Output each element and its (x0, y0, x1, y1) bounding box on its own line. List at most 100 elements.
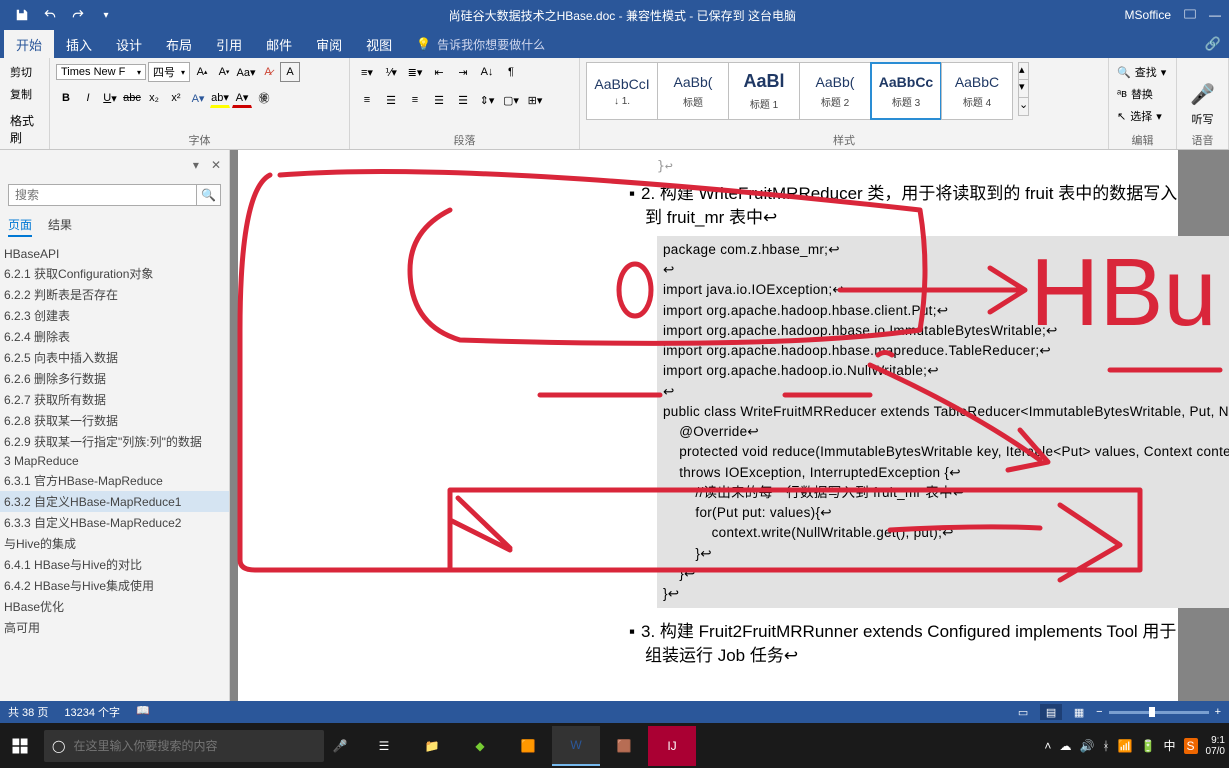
mic-icon[interactable]: 🎤 (324, 739, 356, 753)
bullets-button[interactable]: ≡▾ (356, 62, 378, 82)
word-count[interactable]: 13234 个字 (64, 704, 120, 720)
nav-tree-item[interactable]: 6.4.2 HBase与Hive集成使用 (0, 575, 229, 596)
cut-button[interactable]: 剪切 (6, 62, 36, 82)
nav-tree-item[interactable]: 6.4.1 HBase与Hive的对比 (0, 554, 229, 575)
nav-close-icon[interactable]: ✕ (211, 158, 221, 172)
nav-tree-item[interactable]: 6.2.3 创建表 (0, 305, 229, 326)
underline-button[interactable]: U▾ (100, 88, 120, 108)
nav-tree-item[interactable]: 6.3.3 自定义HBase-MapReduce2 (0, 512, 229, 533)
file-explorer-icon[interactable]: 📁 (408, 726, 456, 766)
document-area[interactable]: }↩ ▪2. 构建 WriteFruitMRReducer 类，用于将读取到的 … (230, 150, 1229, 701)
minimize-icon[interactable]: — (1209, 8, 1221, 22)
copy-button[interactable]: 复制 (6, 84, 36, 104)
read-mode-icon[interactable]: ▭ (1012, 704, 1034, 720)
line-spacing-button[interactable]: ⇕▾ (476, 90, 498, 110)
justify-button[interactable]: ☰ (428, 90, 450, 110)
multilevel-button[interactable]: ≣▾ (404, 62, 426, 82)
user-label[interactable]: MSoffice (1125, 8, 1171, 22)
undo-icon[interactable] (36, 1, 64, 29)
style-item[interactable]: AaBbCc标题 3 (870, 62, 942, 120)
change-case-button[interactable]: Aa▾ (236, 62, 256, 82)
nav-tree-item[interactable]: 3 MapReduce (0, 452, 229, 470)
volume-icon[interactable]: 🔊 (1079, 739, 1094, 753)
ime-icon[interactable]: 中 (1164, 737, 1176, 754)
sogou-icon[interactable]: S (1184, 738, 1198, 754)
styles-more-icon[interactable]: ⌄ (1018, 98, 1029, 116)
align-center-button[interactable]: ☰ (380, 90, 402, 110)
nav-tab-results[interactable]: 结果 (48, 216, 72, 237)
font-color-button[interactable]: A▾ (232, 88, 252, 108)
page-count[interactable]: 共 38 页 (8, 704, 48, 720)
style-item[interactable]: AaBb(标题 (657, 62, 729, 120)
distributed-button[interactable]: ☰ (452, 90, 474, 110)
style-item[interactable]: AaBb(标题 2 (799, 62, 871, 120)
superscript-button[interactable]: x² (166, 88, 186, 108)
start-button[interactable] (0, 726, 40, 766)
highlight-button[interactable]: ab▾ (210, 88, 230, 108)
nav-search-input[interactable] (8, 184, 197, 206)
nav-tree-item[interactable]: 6.2.6 删除多行数据 (0, 368, 229, 389)
bluetooth-icon[interactable]: ᚼ (1102, 739, 1109, 753)
sort-button[interactable]: A↓ (476, 62, 498, 82)
shading-button[interactable]: ▢▾ (500, 90, 522, 110)
nav-tree-item[interactable]: 与Hive的集成 (0, 533, 229, 554)
onedrive-icon[interactable]: ☁ (1059, 739, 1071, 753)
redo-icon[interactable] (64, 1, 92, 29)
tab-home[interactable]: 开始 (4, 30, 54, 58)
nav-tree-item[interactable]: 6.2.9 获取某一行指定"列族:列"的数据 (0, 431, 229, 452)
clear-formatting-button[interactable]: A̷ (258, 62, 278, 82)
strikethrough-button[interactable]: abc (122, 88, 142, 108)
nav-tree-item[interactable]: 6.2.5 向表中插入数据 (0, 347, 229, 368)
italic-button[interactable]: I (78, 88, 98, 108)
tab-view[interactable]: 视图 (354, 30, 404, 58)
show-marks-button[interactable]: ¶ (500, 62, 522, 82)
phonetic-guide-button[interactable]: A (280, 62, 300, 82)
replace-button[interactable]: ᵃʙ替换 (1115, 84, 1155, 104)
print-layout-icon[interactable]: ▤ (1040, 704, 1062, 720)
borders-button[interactable]: ⊞▾ (524, 90, 546, 110)
taskbar-search[interactable]: ◯ (44, 730, 324, 762)
save-icon[interactable] (8, 1, 36, 29)
text-effects-button[interactable]: A▾ (188, 88, 208, 108)
nav-tree-item[interactable]: HBase优化 (0, 596, 229, 617)
bold-button[interactable]: B (56, 88, 76, 108)
taskbar-search-input[interactable] (73, 739, 316, 753)
tab-mailings[interactable]: 邮件 (254, 30, 304, 58)
style-item[interactable]: AaBbCcI↓ 1. (586, 62, 658, 120)
zoom-in-icon[interactable]: + (1215, 706, 1221, 718)
font-family-combo[interactable]: Times New F▾ (56, 64, 146, 80)
zoom-slider[interactable] (1109, 711, 1209, 714)
word-app-icon[interactable]: W (552, 726, 600, 766)
battery-icon[interactable]: 🔋 (1141, 739, 1156, 753)
dictate-icon[interactable]: 🎤 (1190, 82, 1215, 107)
subscript-button[interactable]: x₂ (144, 88, 164, 108)
align-right-button[interactable]: ≡ (404, 90, 426, 110)
style-item[interactable]: AaBbC标题 4 (941, 62, 1013, 120)
tab-review[interactable]: 审阅 (304, 30, 354, 58)
nav-dropdown-icon[interactable]: ▾ (193, 158, 199, 172)
format-painter-button[interactable]: 格式刷 (6, 110, 43, 148)
grow-font-button[interactable]: A▴ (192, 62, 212, 82)
styles-row-down-icon[interactable]: ▾ (1018, 80, 1029, 98)
intellij-icon[interactable]: IJ (648, 726, 696, 766)
nav-tree-item[interactable]: 6.2.4 删除表 (0, 326, 229, 347)
nav-tree-item[interactable]: 6.3.2 自定义HBase-MapReduce1 (0, 491, 229, 512)
share-icon[interactable]: 🔗 (1205, 36, 1221, 52)
select-button[interactable]: ↖选择▾ (1115, 106, 1164, 126)
task-view-icon[interactable]: ☰ (360, 726, 408, 766)
web-layout-icon[interactable]: ▦ (1068, 704, 1090, 720)
decrease-indent-button[interactable]: ⇤ (428, 62, 450, 82)
nav-search-go-button[interactable]: 🔍 (197, 184, 221, 206)
nav-tree-item[interactable]: 6.2.1 获取Configuration对象 (0, 263, 229, 284)
font-size-combo[interactable]: 四号▾ (148, 62, 190, 82)
style-item[interactable]: AaBl标题 1 (728, 62, 800, 120)
ribbon-display-icon[interactable] (1183, 7, 1197, 24)
zoom-out-icon[interactable]: − (1096, 706, 1102, 718)
find-button[interactable]: 🔍查找▾ (1115, 62, 1168, 82)
tray-up-icon[interactable]: ˄ (1044, 739, 1051, 753)
qat-customize-icon[interactable]: ▾ (92, 1, 120, 29)
tab-layout[interactable]: 布局 (154, 30, 204, 58)
clock[interactable]: 9:1 07/0 (1206, 735, 1225, 757)
nav-tree-item[interactable]: 高可用 (0, 617, 229, 638)
shrink-font-button[interactable]: A▾ (214, 62, 234, 82)
